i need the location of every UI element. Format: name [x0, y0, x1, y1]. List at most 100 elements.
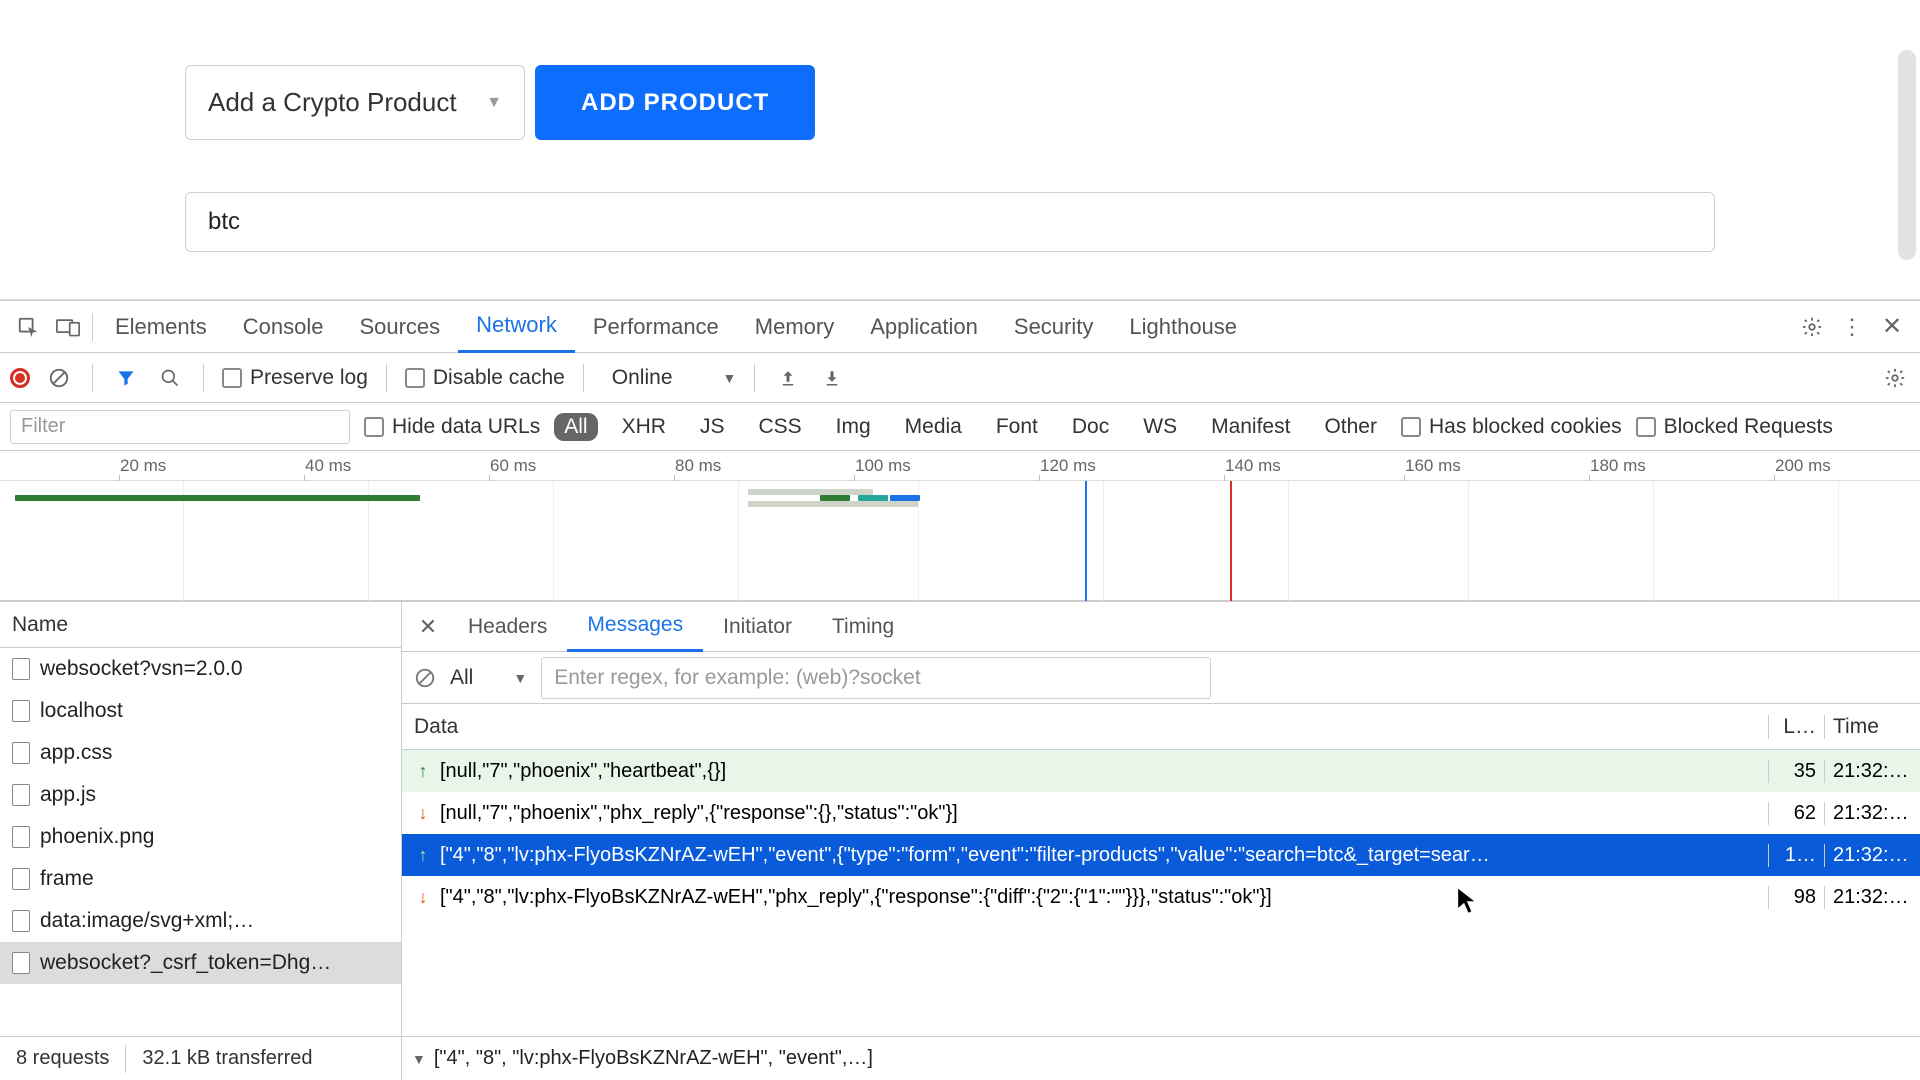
message-row[interactable]: ↑["4","8","lv:phx-FlyoBsKZNrAZ-wEH","eve…	[402, 834, 1920, 876]
request-count: 8 requests	[0, 1047, 125, 1070]
detail-tabs: ✕ Headers Messages Initiator Timing	[402, 602, 1920, 652]
page-content: Add a Crypto Product ▼ ADD PRODUCT btc	[0, 0, 1920, 300]
record-button[interactable]	[10, 368, 30, 388]
close-detail-icon[interactable]: ✕	[408, 607, 448, 647]
preserve-log-checkbox[interactable]: Preserve log	[222, 366, 368, 390]
detail-tab-timing[interactable]: Timing	[812, 602, 914, 652]
devtools-tabbar: Elements Console Sources Network Perform…	[0, 301, 1920, 353]
chevron-down-icon: ▼	[486, 94, 502, 112]
transferred-size: 32.1 kB transferred	[126, 1047, 328, 1070]
kebab-icon[interactable]: ⋮	[1832, 307, 1872, 347]
col-length[interactable]: L…	[1768, 715, 1824, 739]
type-js[interactable]: JS	[690, 413, 735, 441]
page-scrollbar[interactable]	[1898, 50, 1916, 260]
network-filter-row: Filter Hide data URLs All XHR JS CSS Img…	[0, 403, 1920, 451]
chevron-down-icon: ▼	[513, 670, 527, 686]
request-row[interactable]: phoenix.png	[0, 816, 401, 858]
add-product-label: ADD PRODUCT	[581, 89, 769, 116]
file-icon	[12, 910, 30, 932]
crypto-product-select[interactable]: Add a Crypto Product ▼	[185, 65, 525, 140]
arrow-up-icon: ↑	[414, 845, 432, 866]
search-value: btc	[208, 208, 240, 236]
request-row[interactable]: frame	[0, 858, 401, 900]
type-all[interactable]: All	[554, 413, 597, 441]
tab-console[interactable]: Console	[225, 301, 342, 353]
filter-input[interactable]: Filter	[10, 410, 350, 444]
status-bar: 8 requests 32.1 kB transferred	[0, 1036, 401, 1080]
add-product-button[interactable]: ADD PRODUCT	[535, 65, 815, 140]
search-input[interactable]: btc	[185, 192, 1715, 252]
tab-network[interactable]: Network	[458, 301, 575, 353]
type-img[interactable]: Img	[826, 413, 881, 441]
throttling-select[interactable]: Online ▼	[612, 366, 737, 390]
file-icon	[12, 784, 30, 806]
type-other[interactable]: Other	[1314, 413, 1387, 441]
filter-icon[interactable]	[111, 363, 141, 393]
request-row[interactable]: app.css	[0, 732, 401, 774]
tab-memory[interactable]: Memory	[737, 301, 852, 353]
tab-security[interactable]: Security	[996, 301, 1111, 353]
tab-performance[interactable]: Performance	[575, 301, 737, 353]
message-row[interactable]: ↓[null,"7","phoenix","phx_reply",{"respo…	[402, 792, 1920, 834]
request-row[interactable]: localhost	[0, 690, 401, 732]
tab-application[interactable]: Application	[852, 301, 996, 353]
file-icon	[12, 658, 30, 680]
gear-icon[interactable]	[1880, 363, 1910, 393]
request-list: Name websocket?vsn=2.0.0 localhost app.c…	[0, 602, 402, 1080]
gear-icon[interactable]	[1792, 307, 1832, 347]
name-column-header[interactable]: Name	[0, 602, 401, 648]
message-type-select[interactable]: All ▼	[450, 666, 527, 690]
request-row[interactable]: app.js	[0, 774, 401, 816]
request-row[interactable]: websocket?vsn=2.0.0	[0, 648, 401, 690]
close-icon[interactable]: ✕	[1872, 307, 1912, 347]
request-detail: ✕ Headers Messages Initiator Timing All …	[402, 602, 1920, 1080]
type-xhr[interactable]: XHR	[612, 413, 676, 441]
tab-elements[interactable]: Elements	[97, 301, 225, 353]
network-toolbar: Preserve log Disable cache Online ▼	[0, 353, 1920, 403]
clear-icon[interactable]	[44, 363, 74, 393]
upload-icon[interactable]	[773, 363, 803, 393]
col-data[interactable]: Data	[402, 715, 1768, 739]
tab-sources[interactable]: Sources	[341, 301, 458, 353]
message-row[interactable]: ↑[null,"7","phoenix","heartbeat",{}] 35 …	[402, 750, 1920, 792]
col-time[interactable]: Time	[1824, 715, 1920, 739]
select-label: Add a Crypto Product	[208, 87, 457, 118]
detail-tab-headers[interactable]: Headers	[448, 602, 567, 652]
caret-down-icon: ▼	[412, 1051, 426, 1067]
chevron-down-icon: ▼	[723, 370, 737, 386]
type-ws[interactable]: WS	[1133, 413, 1187, 441]
request-row[interactable]: data:image/svg+xml;…	[0, 900, 401, 942]
tab-lighthouse[interactable]: Lighthouse	[1111, 301, 1255, 353]
file-icon	[12, 742, 30, 764]
devtools-panel: Elements Console Sources Network Perform…	[0, 300, 1920, 1080]
file-icon	[12, 700, 30, 722]
inspect-icon[interactable]	[8, 307, 48, 347]
type-font[interactable]: Font	[986, 413, 1048, 441]
arrow-down-icon: ↓	[414, 803, 432, 824]
network-timeline[interactable]: 20 ms 40 ms 60 ms 80 ms 100 ms 120 ms 14…	[0, 451, 1920, 601]
type-media[interactable]: Media	[895, 413, 972, 441]
messages-toolbar: All ▼ Enter regex, for example: (web)?so…	[402, 652, 1920, 704]
detail-tab-initiator[interactable]: Initiator	[703, 602, 812, 652]
type-manifest[interactable]: Manifest	[1201, 413, 1300, 441]
message-detail[interactable]: ▼ ["4", "8", "lv:phx-FlyoBsKZNrAZ-wEH", …	[402, 1036, 1920, 1080]
arrow-up-icon: ↑	[414, 761, 432, 782]
type-css[interactable]: CSS	[748, 413, 811, 441]
device-toggle-icon[interactable]	[48, 307, 88, 347]
type-doc[interactable]: Doc	[1062, 413, 1119, 441]
blocked-cookies-checkbox[interactable]: Has blocked cookies	[1401, 415, 1622, 439]
clear-messages-icon[interactable]	[414, 667, 436, 689]
messages-header: Data L… Time	[402, 704, 1920, 750]
blocked-requests-checkbox[interactable]: Blocked Requests	[1636, 415, 1833, 439]
detail-tab-messages[interactable]: Messages	[567, 602, 703, 652]
hide-data-urls-checkbox[interactable]: Hide data URLs	[364, 415, 540, 439]
request-row[interactable]: websocket?_csrf_token=Dhg…	[0, 942, 401, 984]
download-icon[interactable]	[817, 363, 847, 393]
message-regex-input[interactable]: Enter regex, for example: (web)?socket	[541, 657, 1211, 699]
arrow-down-icon: ↓	[414, 887, 432, 908]
file-icon	[12, 868, 30, 890]
message-row[interactable]: ↓["4","8","lv:phx-FlyoBsKZNrAZ-wEH","phx…	[402, 876, 1920, 918]
file-icon	[12, 826, 30, 848]
disable-cache-checkbox[interactable]: Disable cache	[405, 366, 565, 390]
search-icon[interactable]	[155, 363, 185, 393]
